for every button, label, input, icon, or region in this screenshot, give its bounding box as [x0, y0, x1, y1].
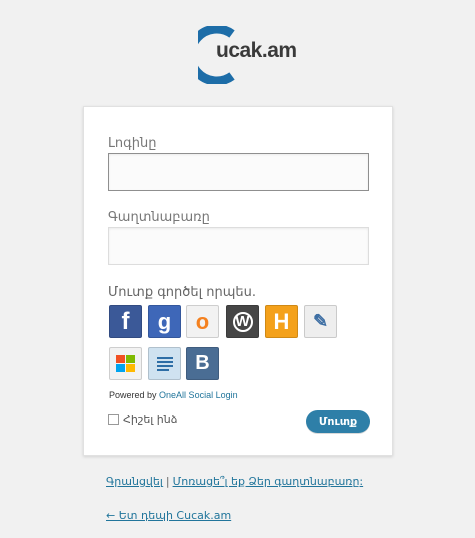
register-link[interactable]: Գրանցվել [106, 475, 163, 488]
wordpress-icon: W [232, 311, 253, 332]
back-to-site-link[interactable]: ← Ետ դեպի Cucak.am [106, 509, 231, 522]
facebook-login-button[interactable]: f [109, 305, 142, 338]
google-login-button[interactable]: g [148, 305, 181, 338]
wordpress-login-button[interactable]: W [226, 305, 259, 338]
google-icon: g [157, 308, 172, 334]
remember-label: Հիշել ինձ [123, 413, 178, 426]
password-input[interactable] [108, 227, 369, 265]
remember-checkbox[interactable] [108, 414, 119, 425]
hyves-icon: H [273, 308, 290, 334]
openid-login-button[interactable]: o [186, 305, 219, 338]
username-input[interactable] [108, 153, 369, 191]
livejournal-login-button[interactable]: ✎ [304, 305, 337, 338]
blogger-feed-login-button[interactable] [148, 347, 181, 380]
facebook-icon: f [121, 307, 130, 335]
login-form: Լոգինը Գաղտնաբառը Մուտք գործել որպես. f … [83, 106, 393, 456]
hyves-login-button[interactable]: H [265, 305, 298, 338]
blogger-feed-icon [156, 356, 173, 371]
social-login-title: Մուտք գործել որպես. [108, 285, 257, 300]
lost-password-link[interactable]: Մոռացե՞լ եք Ձեր գաղտնաբառը: [173, 475, 364, 488]
windows-live-login-button[interactable] [109, 347, 142, 380]
livejournal-icon: ✎ [312, 311, 329, 331]
windows-live-icon [115, 354, 135, 372]
username-label: Լոգինը [108, 136, 157, 151]
powered-by: Powered by OneAll Social Login [109, 390, 238, 400]
logo-text: ucak.am [216, 39, 297, 62]
vkontakte-icon: B [195, 352, 210, 374]
password-label: Գաղտնաբառը [108, 210, 210, 225]
openid-icon: o [195, 308, 210, 334]
site-logo[interactable]: ucak.am [198, 24, 297, 86]
back-link-row: ← Ետ դեպի Cucak.am [106, 509, 231, 522]
oneall-link[interactable]: OneAll Social Login [159, 390, 238, 400]
vkontakte-login-button[interactable]: B [186, 347, 219, 380]
footer-links: Գրանցվել | Մոռացե՞լ եք Ձեր գաղտնաբառը: [106, 475, 364, 488]
login-submit-button[interactable]: Մուտք [306, 410, 370, 433]
remember-me[interactable]: Հիշել ինձ [108, 413, 177, 426]
